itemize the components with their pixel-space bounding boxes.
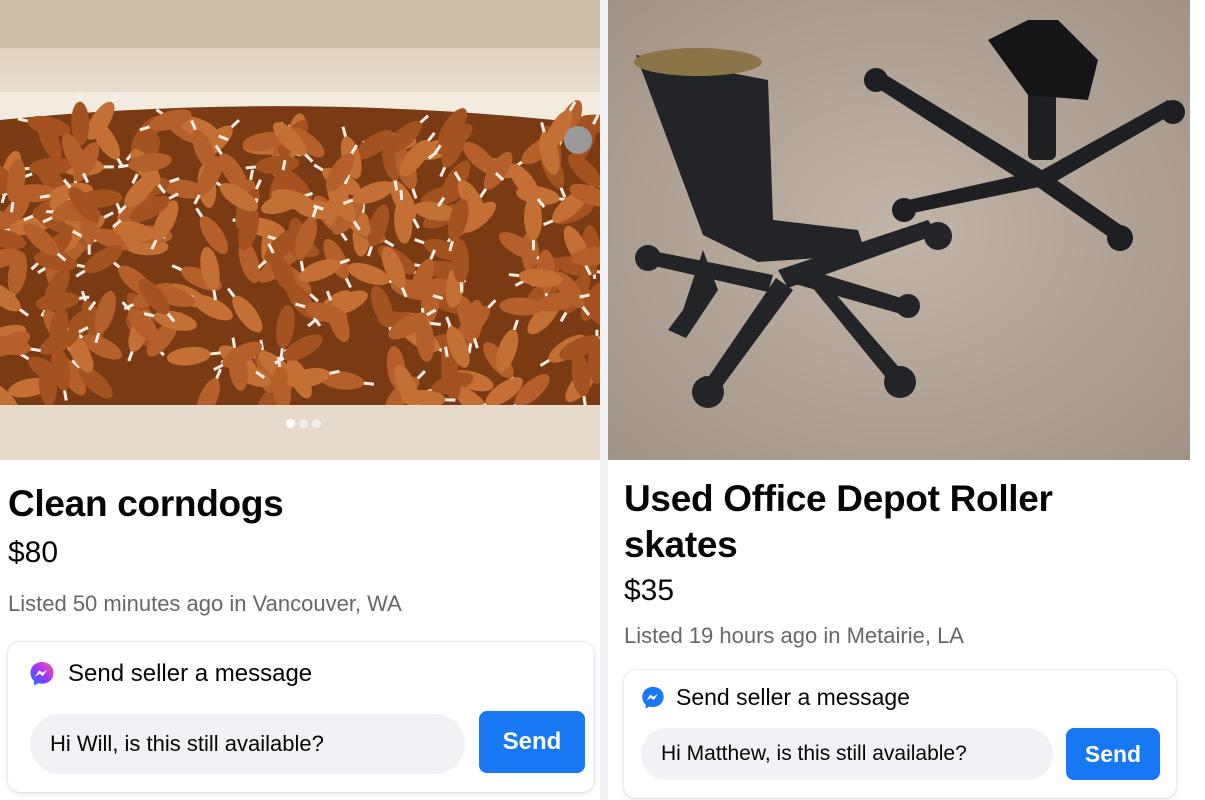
listing-price: $35 [624, 574, 675, 607]
messenger-icon [642, 686, 664, 709]
carousel-dot[interactable] [286, 419, 295, 428]
carousel-indicator[interactable] [286, 419, 321, 428]
listing-card-roller-skates: Used Office Depot Roller skates $35 List… [608, 0, 1205, 800]
carousel-dot[interactable] [312, 419, 321, 428]
send-button[interactable]: Send [1066, 728, 1160, 780]
corndogs-in-bathtub-image [0, 0, 600, 460]
listing-photo[interactable] [0, 0, 600, 460]
send-button[interactable]: Send [479, 711, 585, 773]
listing-meta: Listed 50 minutes ago in Vancouver, WA [8, 591, 402, 616]
message-seller-header: Send seller a message [28, 660, 312, 688]
message-seller-heading: Send seller a message [68, 660, 313, 687]
messenger-icon [30, 662, 54, 686]
message-seller-card: Send seller a message Send [624, 670, 1176, 798]
panel-divider [600, 0, 608, 800]
carousel-dot[interactable] [299, 419, 308, 428]
listing-title: Clean corndogs [8, 483, 284, 524]
listing-price: $80 [8, 536, 59, 569]
message-seller-header: Send seller a message [640, 684, 910, 711]
message-input[interactable] [641, 728, 1053, 780]
listing-meta: Listed 19 hours ago in Metairie, LA [624, 623, 964, 648]
message-seller-card: Send seller a message Send [8, 642, 594, 792]
listing-photo[interactable] [608, 0, 1190, 460]
boots-on-chair-bases-image [608, 0, 1190, 460]
message-seller-heading: Send seller a message [676, 684, 910, 710]
message-input[interactable] [30, 714, 465, 774]
listing-title: Used Office Depot Roller skates [624, 478, 1053, 565]
listing-card-corndogs: Clean corndogs $80 Listed 50 minutes ago… [0, 0, 600, 800]
